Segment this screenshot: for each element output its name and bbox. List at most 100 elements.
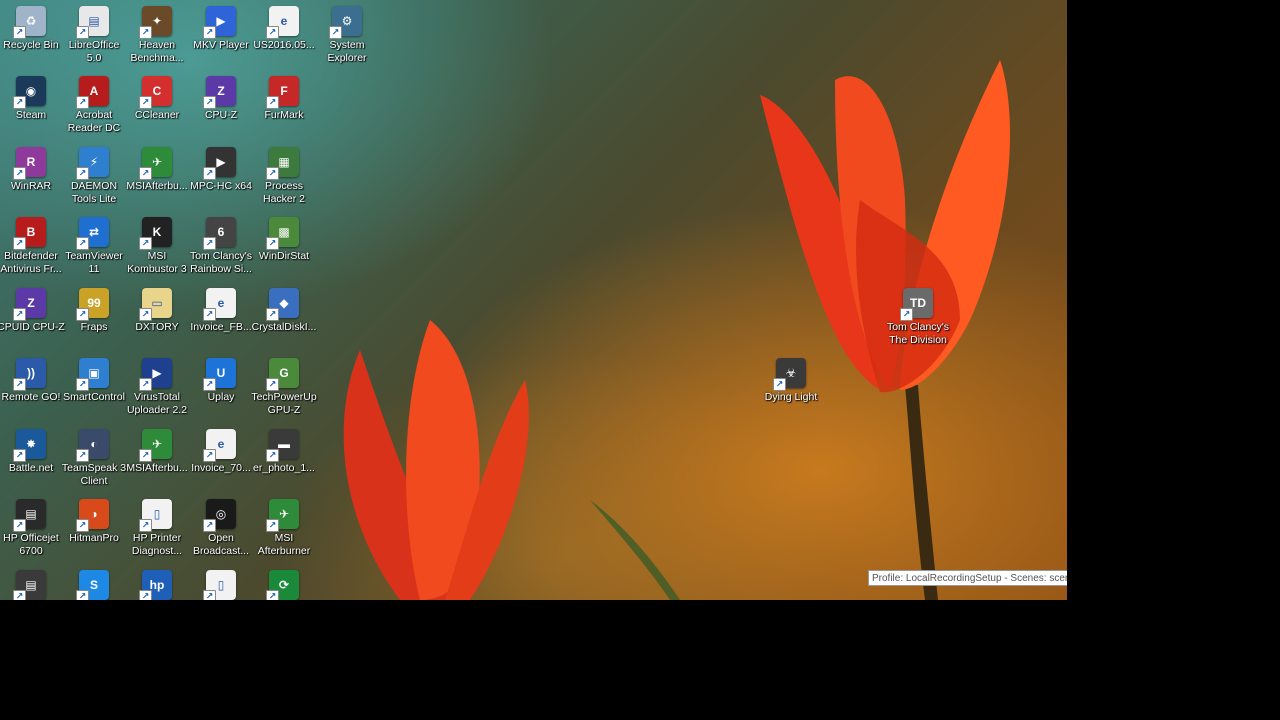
icon-label: MKV Player	[193, 39, 249, 51]
shortcut-icon: ▤	[13, 570, 46, 600]
remote-go-icon: ))	[13, 358, 46, 391]
desktop-icon-battle-net[interactable]: ✸Battle.net	[0, 429, 64, 475]
desktop-icon-er-photo-1[interactable]: ▬er_photo_1...	[251, 429, 317, 475]
desktop-icon-msi-kombustor-3[interactable]: KMSI Kombustor 3	[124, 217, 190, 276]
desktop-icon-techpowerup-gpu-z[interactable]: GTechPowerUp GPU-Z	[251, 358, 317, 417]
icon-label: Recycle Bin	[3, 39, 59, 51]
desktop-icon-mkv-player[interactable]: ▶MKV Player	[188, 6, 254, 52]
invoice-70-icon: e	[203, 429, 236, 462]
desktop-icon-us2016-05[interactable]: eUS2016.05...	[251, 6, 317, 52]
desktop-icon-open-broadcast[interactable]: ◎Open Broadcast...	[188, 499, 254, 558]
hitmanpro-icon: ◑	[76, 499, 109, 532]
desktop-icon-ccleaner[interactable]: CCCleaner	[124, 76, 190, 122]
desktop-icon-recycle-bin[interactable]: ♻Recycle Bin	[0, 6, 64, 52]
desktop-icon-invoice-70[interactable]: eInvoice_70...	[188, 429, 254, 475]
desktop-icon-winrar[interactable]: RWinRAR	[0, 147, 64, 193]
acrobat-reader-dc-icon: A	[76, 76, 109, 109]
desktop-icon-remote-go[interactable]: ))Remote GO!	[0, 358, 64, 404]
desktop-icon-teamviewer-11[interactable]: ⇄TeamViewer 11	[61, 217, 127, 276]
desktop[interactable]: ♻Recycle Bin▤LibreOffice 5.0✦Heaven Benc…	[0, 0, 1067, 600]
shortcut-icon: ▯	[203, 570, 236, 600]
open-broadcast-icon: ◎	[203, 499, 236, 532]
desktop-icon-tom-clancy-s-rainbow-si[interactable]: 6Tom Clancy's Rainbow Si...	[188, 217, 254, 276]
desktop-icon-shortcut[interactable]: hp	[124, 570, 190, 600]
daemon-tools-lite-icon: ⚡	[76, 147, 109, 180]
desktop-icon-shortcut[interactable]: ▯	[188, 570, 254, 600]
desktop-icon-system-explorer[interactable]: ⚙System Explorer	[314, 6, 380, 65]
er-photo-1-icon: ▬	[266, 429, 299, 462]
desktop-icon-mpc-hc-x64[interactable]: ▶MPC-HC x64	[188, 147, 254, 193]
desktop-icon-bitdefender-antivirus-fr[interactable]: BBitdefender Antivirus Fr...	[0, 217, 64, 276]
desktop-icon-process-hacker-2[interactable]: ▦Process Hacker 2	[251, 147, 317, 206]
desktop-icon-msiafterbu[interactable]: ✈MSIAfterbu...	[124, 429, 190, 475]
desktop-icon-shortcut[interactable]: S	[61, 570, 127, 600]
desktop-icon-uplay[interactable]: UUplay	[188, 358, 254, 404]
desktop-icon-cpuid-cpu-z[interactable]: ZCPUID CPU-Z	[0, 288, 65, 334]
desktop-icon-teamspeak-3-client[interactable]: ◐TeamSpeak 3 Client	[61, 429, 127, 488]
tom-clancy-s-the-division-icon: TD	[900, 288, 933, 321]
desktop-icon-steam[interactable]: ◉Steam	[0, 76, 64, 122]
desktop-icon-dxtory[interactable]: ▭DXTORY	[124, 288, 190, 334]
icon-label: TeamViewer 11	[65, 250, 123, 275]
icon-label: TeamSpeak 3 Client	[61, 462, 127, 487]
shortcut-icon: hp	[139, 570, 172, 600]
desktop-icon-furmark[interactable]: FFurMark	[251, 76, 317, 122]
icon-label: Dying Light	[764, 391, 818, 403]
desktop-icon-heaven-benchma[interactable]: ✦Heaven Benchma...	[124, 6, 190, 65]
smartcontrol-icon: ▣	[76, 358, 109, 391]
desktop-icon-daemon-tools-lite[interactable]: ⚡DAEMON Tools Lite	[61, 147, 127, 206]
cpu-z-icon: Z	[203, 76, 236, 109]
desktop-icon-tom-clancy-s-the-division[interactable]: TDTom Clancy's The Division	[885, 288, 951, 347]
icon-label: CPU-Z	[204, 109, 238, 121]
icon-label: Battle.net	[8, 462, 54, 474]
desktop-icon-windirstat[interactable]: ▩WinDirStat	[251, 217, 317, 263]
icon-label: CPUID CPU-Z	[0, 321, 65, 333]
winrar-icon: R	[13, 147, 46, 180]
desktop-icon-invoice-fb[interactable]: eInvoice_FB...	[188, 288, 254, 334]
process-hacker-2-icon: ▦	[266, 147, 299, 180]
desktop-icon-shortcut[interactable]: ⟳	[251, 570, 317, 600]
icon-label: MPC-HC x64	[190, 180, 252, 192]
obs-status-tooltip: Profile: LocalRecordingSetup - Scenes: s…	[868, 570, 1067, 586]
icon-label: VirusTotal Uploader 2.2	[126, 391, 188, 416]
icon-label: TechPowerUp GPU-Z	[251, 391, 317, 416]
icon-label: System Explorer	[327, 39, 367, 64]
icon-label: HP Printer Diagnost...	[131, 532, 183, 557]
icon-label: Heaven Benchma...	[130, 39, 184, 64]
icon-label: WinRAR	[10, 180, 52, 192]
virustotal-uploader-2-2-icon: ▶	[139, 358, 172, 391]
mkv-player-icon: ▶	[203, 6, 236, 39]
ccleaner-icon: C	[139, 76, 172, 109]
icon-label: er_photo_1...	[253, 462, 315, 474]
icon-label: Tom Clancy's The Division	[886, 321, 950, 346]
heaven-benchma-icon: ✦	[139, 6, 172, 39]
desktop-icon-crystaldiski[interactable]: ◆CrystalDiskI...	[251, 288, 317, 334]
icon-label: MSIAfterbu...	[126, 180, 188, 192]
desktop-icon-msi-afterburner[interactable]: ✈MSI Afterburner	[251, 499, 317, 558]
desktop-icon-msiafterbu[interactable]: ✈MSIAfterbu...	[124, 147, 190, 193]
dying-light-icon: ☣	[773, 358, 806, 391]
desktop-icon-libreoffice-5-0[interactable]: ▤LibreOffice 5.0	[61, 6, 127, 65]
icon-label: Process Hacker 2	[262, 180, 305, 205]
desktop-icon-hitmanpro[interactable]: ◑HitmanPro	[61, 499, 127, 545]
desktop-icon-fraps[interactable]: 99Fraps	[61, 288, 127, 334]
system-explorer-icon: ⚙	[329, 6, 362, 39]
desktop-icon-dying-light[interactable]: ☣Dying Light	[758, 358, 824, 404]
msiafterbu-icon: ✈	[139, 147, 172, 180]
icon-label: DAEMON Tools Lite	[70, 180, 118, 205]
fraps-icon: 99	[76, 288, 109, 321]
teamspeak-3-client-icon: ◐	[76, 429, 109, 462]
msiafterbu-icon: ✈	[139, 429, 172, 462]
desktop-icon-virustotal-uploader-2-2[interactable]: ▶VirusTotal Uploader 2.2	[124, 358, 190, 417]
icon-label: US2016.05...	[253, 39, 315, 51]
desktop-icon-shortcut[interactable]: ▤	[0, 570, 64, 600]
desktop-icon-cpu-z[interactable]: ZCPU-Z	[188, 76, 254, 122]
mpc-hc-x64-icon: ▶	[203, 147, 236, 180]
desktop-icon-smartcontrol[interactable]: ▣SmartControl	[61, 358, 127, 404]
libreoffice-5-0-icon: ▤	[76, 6, 109, 39]
msi-kombustor-3-icon: K	[139, 217, 172, 250]
desktop-icon-acrobat-reader-dc[interactable]: AAcrobat Reader DC	[61, 76, 127, 135]
desktop-icon-hp-officejet-6700[interactable]: ▤HP Officejet 6700	[0, 499, 64, 558]
crystaldiski-icon: ◆	[266, 288, 299, 321]
desktop-icon-hp-printer-diagnost[interactable]: ▯HP Printer Diagnost...	[124, 499, 190, 558]
